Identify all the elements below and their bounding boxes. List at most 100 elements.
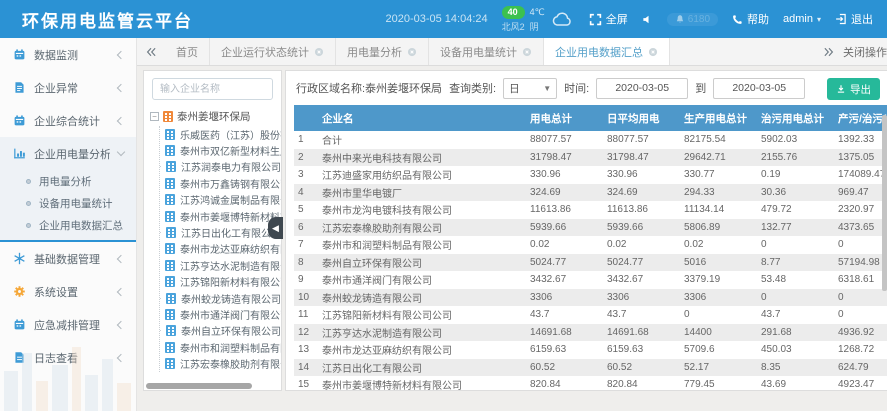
- tabs-scroll-left-icon[interactable]: [137, 38, 165, 65]
- table-row[interactable]: 14江苏日出化工有限公司60.5260.5252.178.35624.79: [294, 359, 887, 377]
- table-row[interactable]: 4泰州市里华电镀厂324.69324.69294.3330.36969.47: [294, 184, 887, 202]
- tree-collapse-icon[interactable]: −: [150, 112, 159, 121]
- tab-3[interactable]: 设备用电量统计: [429, 38, 544, 65]
- tree-item-company-5[interactable]: 泰州市姜堰博特新材料有限公司: [160, 208, 281, 224]
- tree-root-1[interactable]: −上海市马陆工业园: [150, 372, 281, 374]
- table-row[interactable]: 7泰州市和润塑料制品有限公司0.020.020.0200: [294, 236, 887, 254]
- column-header-0[interactable]: 企业名: [318, 111, 526, 126]
- date-from-input[interactable]: [596, 78, 688, 99]
- tab-close-icon[interactable]: [407, 47, 417, 57]
- user-menu[interactable]: admin ▾: [783, 13, 821, 25]
- column-header-1[interactable]: 用电总计: [526, 111, 603, 126]
- column-header-3[interactable]: 生产用电总计: [680, 111, 757, 126]
- value-cell: 779.45: [680, 379, 757, 390]
- row-index: 2: [294, 152, 318, 163]
- time-label: 时间:: [564, 80, 589, 96]
- table-row[interactable]: 13泰州市龙达亚麻纺织有限公司6159.636159.635709.6450.0…: [294, 341, 887, 359]
- value-cell: 0.02: [680, 239, 757, 250]
- table-row[interactable]: 3江苏迪盛家用纺织品有限公司330.96330.96330.770.191740…: [294, 166, 887, 184]
- sidebar-subitem-power-analysis-2[interactable]: 企业用电数据汇总: [0, 214, 136, 236]
- value-cell: 1375.05: [834, 152, 887, 163]
- tree-item-company-13[interactable]: 泰州市和润塑料制品有限公司: [160, 339, 281, 355]
- tab-close-icon[interactable]: [314, 47, 324, 57]
- table-row[interactable]: 9泰州市通洋阀门有限公司3432.673432.673379.1953.4863…: [294, 271, 887, 289]
- tree-item-company-4[interactable]: 江苏鸿诚金属制品有限公司: [160, 192, 281, 208]
- value-cell: 2320.97: [834, 204, 887, 215]
- table-row[interactable]: 11江苏锦阳新材料有限公司公司43.743.7043.70: [294, 306, 887, 324]
- value-cell: 5939.66: [526, 222, 603, 233]
- table-row[interactable]: 6江苏宏泰橡胶助剂有限公司5939.665939.665806.89132.77…: [294, 219, 887, 237]
- query-type-select[interactable]: 日 ▼: [503, 78, 557, 99]
- tree-item-company-0[interactable]: 乐威医药（江苏）股份有限公司: [160, 126, 281, 142]
- sidebar-item-company-abnormal[interactable]: 企业异常: [0, 71, 136, 104]
- wind-label: 北风2: [502, 20, 525, 33]
- logout-label: 退出: [851, 11, 873, 27]
- table-row[interactable]: 1合计88077.5788077.5782175.545902.031392.3…: [294, 131, 887, 149]
- sidebar-item-system-settings[interactable]: 系统设置: [0, 275, 136, 308]
- chevron-left-icon: [117, 83, 125, 91]
- tab-1[interactable]: 企业运行状态统计: [210, 38, 336, 65]
- tree-item-company-7[interactable]: 泰州市龙达亚麻纺织有限公司: [160, 241, 281, 257]
- value-cell: 0: [834, 309, 887, 320]
- sidebar-item-company-statistics[interactable]: 企业综合统计: [0, 104, 136, 137]
- tab-0[interactable]: 首页: [165, 38, 210, 65]
- export-button[interactable]: 导出: [827, 78, 880, 100]
- sidebar-subitem-power-analysis-1[interactable]: 设备用电量统计: [0, 192, 136, 214]
- table-row[interactable]: 15泰州市姜堰博特新材料有限公司820.84820.84779.4543.694…: [294, 376, 887, 391]
- tree-item-company-10[interactable]: 泰州蛟龙铸造有限公司: [160, 290, 281, 306]
- sidebar-item-power-analysis[interactable]: 企业用电量分析: [0, 137, 136, 170]
- notification-badge[interactable]: 6180: [667, 13, 718, 26]
- table-row[interactable]: 10泰州蛟龙铸造有限公司33063306330600: [294, 289, 887, 307]
- tree-item-company-6[interactable]: 江苏日出化工有限公司: [160, 224, 281, 240]
- tree-item-company-8[interactable]: 江苏亨达水泥制造有限公司: [160, 257, 281, 273]
- date-to-input[interactable]: [713, 78, 805, 99]
- mute-icon[interactable]: [642, 14, 653, 25]
- column-header-2[interactable]: 日平均用电: [603, 111, 680, 126]
- value-cell: 1392.33: [834, 134, 887, 145]
- tree-item-company-12[interactable]: 泰州自立环保有限公司: [160, 323, 281, 339]
- column-header-5[interactable]: 产污/治污(用: [834, 111, 887, 126]
- tabs-scroll-right-icon[interactable]: [823, 46, 835, 58]
- fullscreen-icon: [589, 13, 602, 26]
- chevron-down-icon: ▾: [817, 15, 821, 24]
- tab-2[interactable]: 用电量分析: [336, 38, 429, 65]
- tab-right-controls: 关闭操作: [815, 38, 887, 65]
- fullscreen-button[interactable]: 全屏: [589, 11, 628, 27]
- tree-item-company-14[interactable]: 江苏宏泰橡胶助剂有限公司: [160, 355, 281, 371]
- tree-horizontal-scrollbar[interactable]: [146, 383, 279, 389]
- row-index: 14: [294, 362, 318, 373]
- tree-root-0[interactable]: −泰州姜堰环保局: [150, 106, 281, 126]
- tab-4[interactable]: 企业用电数据汇总: [544, 38, 670, 65]
- help-button[interactable]: 帮助: [732, 11, 769, 27]
- search-input[interactable]: [152, 78, 273, 100]
- sidebar-item-emergency-reduction[interactable]: 应急减排管理: [0, 308, 136, 341]
- sidebar-subitem-label: 企业用电数据汇总: [39, 218, 123, 233]
- sidebar-item-log-view[interactable]: 日志查看: [0, 341, 136, 374]
- weather-condition-label: 阴: [530, 20, 545, 33]
- tree-item-company-2[interactable]: 江苏润泰电力有限公司: [160, 159, 281, 175]
- tab-close-icon[interactable]: [522, 47, 532, 57]
- sidebar-item-base-data[interactable]: 基础数据管理: [0, 242, 136, 275]
- table-row[interactable]: 8泰州自立环保有限公司5024.775024.7750168.7757194.9…: [294, 254, 887, 272]
- tree-item-company-9[interactable]: 江苏锦阳新材料有限公司公司: [160, 274, 281, 290]
- column-header-4[interactable]: 治污用电总计: [757, 111, 834, 126]
- table-vertical-scrollbar[interactable]: [882, 107, 887, 390]
- building-icon: [165, 178, 175, 189]
- logout-button[interactable]: 退出: [835, 11, 873, 27]
- table-row[interactable]: 12江苏亨达水泥制造有限公司14691.6814691.6814400291.6…: [294, 324, 887, 342]
- table-row[interactable]: 2泰州中来光电科技有限公司31798.4731798.4729642.71215…: [294, 149, 887, 167]
- table-row[interactable]: 5泰州市龙沟电镀科技有限公司11613.8611613.8611134.1447…: [294, 201, 887, 219]
- close-operations-menu[interactable]: 关闭操作: [843, 44, 887, 60]
- tab-close-icon[interactable]: [648, 47, 658, 57]
- sidebar-subitem-power-analysis-0[interactable]: 用电量分析: [0, 170, 136, 192]
- value-cell: 14691.68: [526, 327, 603, 338]
- building-icon: [165, 309, 175, 320]
- company-name-cell: 合计: [318, 132, 526, 147]
- chevron-left-icon: [117, 254, 125, 262]
- collapse-panel-button[interactable]: ◀: [268, 217, 283, 239]
- table-body: 1合计88077.5788077.5782175.545902.031392.3…: [294, 131, 887, 391]
- tree-item-company-11[interactable]: 泰州市通洋阀门有限公司: [160, 306, 281, 322]
- tree-item-company-3[interactable]: 泰州市万鑫铸钢有限公司: [160, 175, 281, 191]
- sidebar-item-data-monitor[interactable]: 数据监测: [0, 38, 136, 71]
- tree-item-company-1[interactable]: 泰州市双亿新型材料生产有限公司: [160, 142, 281, 158]
